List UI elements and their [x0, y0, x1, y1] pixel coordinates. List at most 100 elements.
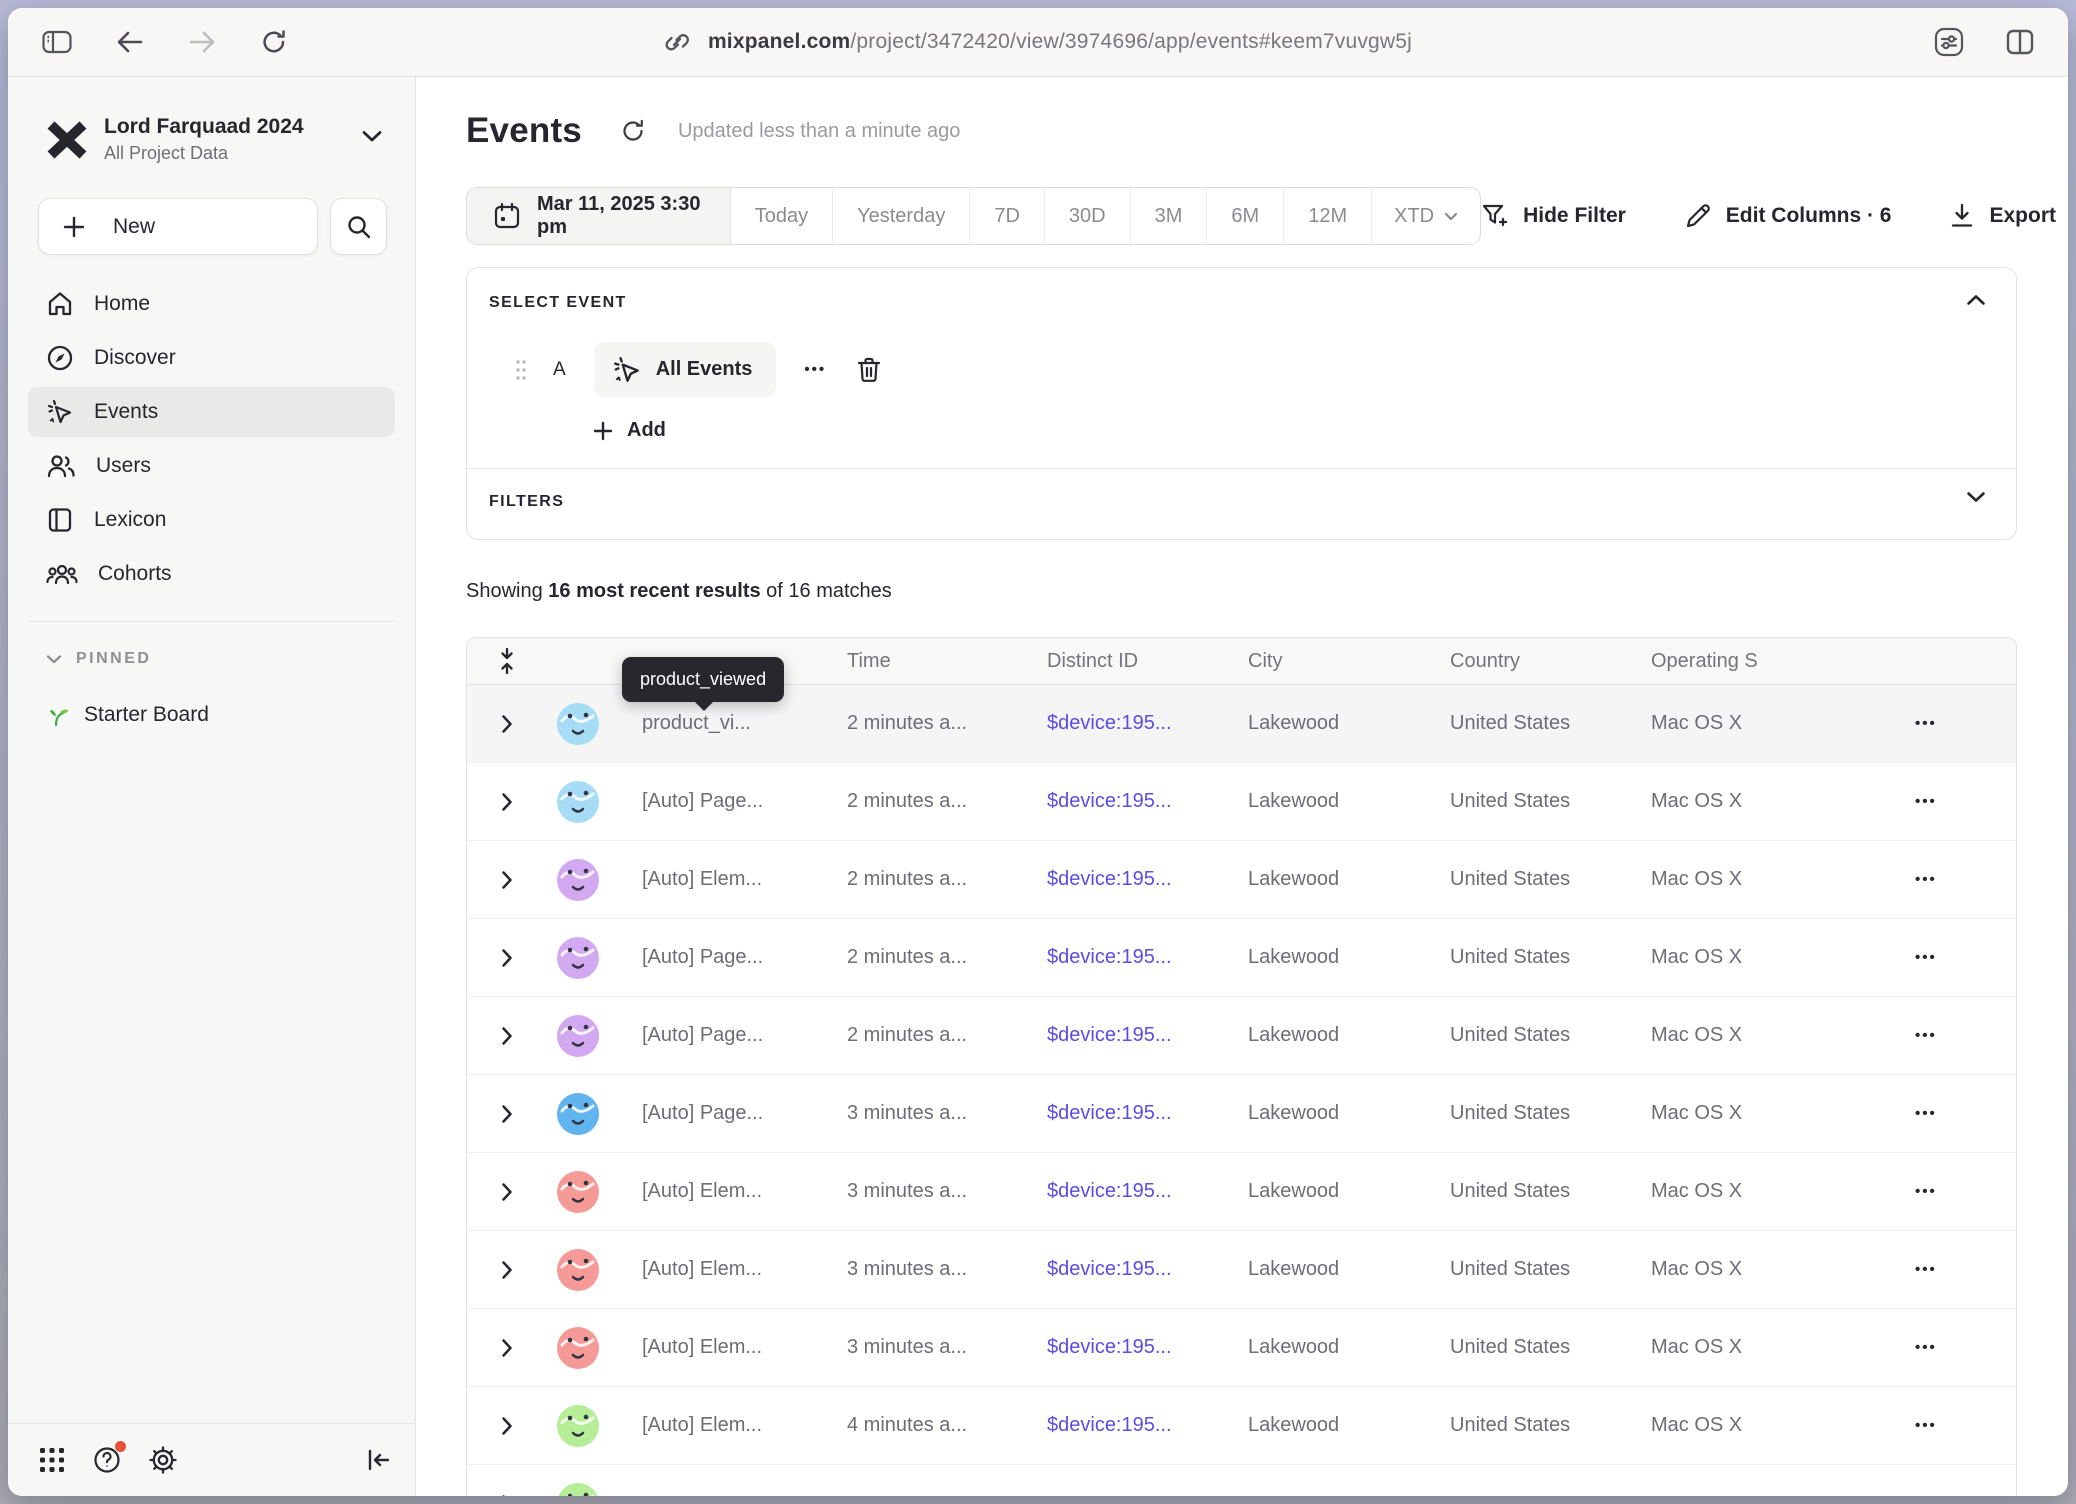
sidebar-item-discover[interactable]: Discover: [28, 333, 395, 383]
split-view-icon[interactable]: [2006, 29, 2034, 55]
table-row[interactable]: [Auto] Page... 2 minutes a... $device:19…: [467, 919, 2016, 997]
expand-row-icon[interactable]: [501, 792, 513, 812]
sidebar-item-cohorts[interactable]: Cohorts: [28, 549, 395, 599]
row-menu-button[interactable]: •••: [1915, 949, 1937, 966]
expand-row-icon[interactable]: [501, 714, 513, 734]
expand-row-icon[interactable]: [501, 1338, 513, 1358]
range-3m[interactable]: 3M: [1131, 188, 1208, 244]
new-button[interactable]: New: [38, 198, 318, 255]
event-name[interactable]: [Auto] Elem...: [642, 868, 847, 891]
search-button[interactable]: [330, 198, 387, 255]
row-menu-button[interactable]: •••: [1915, 1339, 1937, 1356]
collapse-sidebar-icon[interactable]: [365, 1447, 391, 1473]
add-event-button[interactable]: Add: [593, 419, 1992, 442]
page-settings-icon[interactable]: [1934, 27, 1964, 57]
sidebar-item-users[interactable]: Users: [28, 441, 395, 491]
table-row[interactable]: [Auto] Elem... 3 minutes a... $device:19…: [467, 1231, 2016, 1309]
url-bar[interactable]: mixpanel.com/project/3472420/view/397469…: [708, 30, 1412, 54]
table-row[interactable]: [Auto] Elem... 3 minutes a... $device:19…: [467, 1153, 2016, 1231]
range-30d[interactable]: 30D: [1045, 188, 1131, 244]
distinct-id-link[interactable]: $device:195...: [1047, 1258, 1248, 1281]
sidebar-item-starter-board[interactable]: Starter Board: [44, 702, 415, 728]
hide-filter-button[interactable]: Hide Filter: [1481, 202, 1626, 230]
back-arrow-icon[interactable]: [116, 29, 144, 55]
table-row[interactable]: [Auto] Elem... 2 minutes a... $device:19…: [467, 841, 2016, 919]
range-yesterday[interactable]: Yesterday: [833, 188, 970, 244]
table-row[interactable]: [Auto] Page... 2 minutes a... $device:19…: [467, 997, 2016, 1075]
row-menu-button[interactable]: •••: [1915, 1027, 1937, 1044]
event-name[interactable]: [Auto] Page...: [642, 946, 847, 969]
event-name[interactable]: [Auto] Elem...: [642, 1414, 847, 1437]
column-header-time[interactable]: Time: [847, 650, 1047, 673]
event-name[interactable]: [Auto] Elem...: [642, 1336, 847, 1359]
row-menu-button[interactable]: •••: [1915, 1105, 1937, 1122]
expand-row-icon[interactable]: [501, 1416, 513, 1436]
expand-row-icon[interactable]: [501, 1182, 513, 1202]
drag-handle-icon[interactable]: [515, 358, 527, 382]
table-row[interactable]: [Auto] Page... 2 minutes a... $device:19…: [467, 763, 2016, 841]
sidebar-item-home[interactable]: Home: [28, 279, 395, 329]
distinct-id-link[interactable]: $device:195...: [1047, 712, 1248, 735]
all-events-pill[interactable]: All Events: [594, 342, 777, 397]
range-today[interactable]: Today: [731, 188, 833, 244]
chevron-up-icon[interactable]: [1966, 294, 1986, 306]
sidebar-toggle-icon[interactable]: [42, 30, 72, 54]
row-menu-button[interactable]: •••: [1915, 1417, 1937, 1434]
trash-icon[interactable]: [856, 356, 882, 384]
expand-row-icon[interactable]: [501, 1260, 513, 1280]
event-name[interactable]: [Auto] Elem...: [642, 1180, 847, 1203]
event-options-button[interactable]: •••: [804, 361, 826, 378]
row-menu-button[interactable]: •••: [1915, 871, 1937, 888]
event-name[interactable]: [Auto] Page...: [642, 790, 847, 813]
event-name[interactable]: [Auto] Elem...: [642, 1258, 847, 1281]
reload-icon[interactable]: [260, 28, 288, 56]
range-6m[interactable]: 6M: [1207, 188, 1284, 244]
collapse-rows-icon[interactable]: [467, 646, 547, 676]
distinct-id-link[interactable]: $device:195...: [1047, 1024, 1248, 1047]
expand-row-icon[interactable]: [501, 948, 513, 968]
distinct-id-link[interactable]: $device:195...: [1047, 1180, 1248, 1203]
date-range-button[interactable]: Mar 11, 2025 3:30 pm: [467, 188, 731, 244]
pinned-section-header[interactable]: PINNED: [46, 650, 415, 668]
chevron-down-icon[interactable]: [1966, 491, 1986, 503]
refresh-icon[interactable]: [620, 118, 646, 144]
distinct-id-link[interactable]: $device:195...: [1047, 868, 1248, 891]
export-button[interactable]: Export: [1949, 202, 2056, 230]
help-button[interactable]: [92, 1445, 122, 1475]
expand-row-icon[interactable]: [501, 870, 513, 890]
event-name[interactable]: [Auto] Page...: [642, 1102, 847, 1125]
edit-columns-button[interactable]: Edit Columns · 6: [1684, 202, 1892, 230]
row-menu-button[interactable]: •••: [1915, 1261, 1937, 1278]
table-row[interactable]: [Auto] Elem... 4 minutes a... $device:19…: [467, 1387, 2016, 1465]
distinct-id-link[interactable]: $device:195...: [1047, 1414, 1248, 1437]
distinct-id-link[interactable]: $device:195...: [1047, 790, 1248, 813]
event-name[interactable]: [Auto] Page...: [642, 1024, 847, 1047]
range-xtd[interactable]: XTD: [1372, 188, 1480, 244]
workspace-switcher[interactable]: Lord Farquaad 2024 All Project Data: [44, 115, 387, 164]
range-12m[interactable]: 12M: [1284, 188, 1372, 244]
range-7d[interactable]: 7D: [970, 188, 1045, 244]
column-header-country[interactable]: Country: [1450, 650, 1651, 673]
column-header-distinct-id[interactable]: Distinct ID: [1047, 650, 1248, 673]
chevron-down-icon[interactable]: [361, 129, 383, 143]
distinct-id-link[interactable]: $device:195...: [1047, 946, 1248, 969]
column-header-city[interactable]: City: [1248, 650, 1450, 673]
gear-icon[interactable]: [148, 1445, 178, 1475]
expand-row-icon[interactable]: [501, 1104, 513, 1124]
sidebar-item-events[interactable]: Events: [28, 387, 395, 437]
distinct-id-link[interactable]: $device:195...: [1047, 1336, 1248, 1359]
apps-grid-icon[interactable]: [38, 1446, 66, 1474]
distinct-id-link[interactable]: $device:195...: [1047, 1102, 1248, 1125]
table-row[interactable]: [467, 1465, 2016, 1496]
expand-row-icon[interactable]: [501, 1494, 513, 1497]
row-menu-button[interactable]: •••: [1915, 715, 1937, 732]
event-name[interactable]: product_vi...: [642, 712, 847, 735]
forward-arrow-icon[interactable]: [188, 29, 216, 55]
table-row[interactable]: [Auto] Elem... 3 minutes a... $device:19…: [467, 1309, 2016, 1387]
expand-row-icon[interactable]: [501, 1026, 513, 1046]
table-row[interactable]: [Auto] Page... 3 minutes a... $device:19…: [467, 1075, 2016, 1153]
row-menu-button[interactable]: •••: [1915, 1183, 1937, 1200]
row-menu-button[interactable]: •••: [1915, 793, 1937, 810]
sidebar-item-lexicon[interactable]: Lexicon: [28, 495, 395, 545]
column-header-os[interactable]: Operating S: [1651, 650, 1881, 673]
